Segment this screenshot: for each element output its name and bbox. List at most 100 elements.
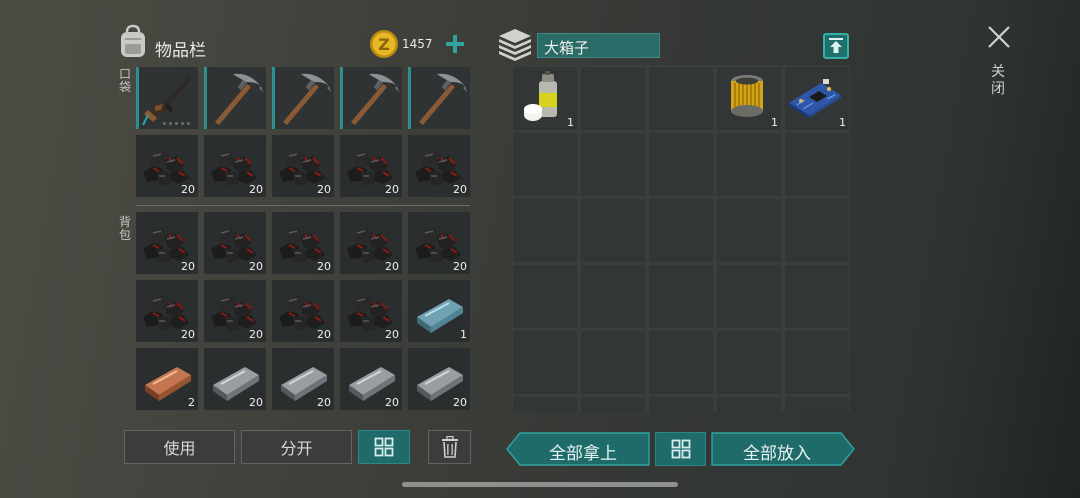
container-slot[interactable]: 1 (513, 67, 577, 130)
item-count: 20 (317, 396, 331, 409)
pocket-slot[interactable] (340, 67, 402, 129)
container-slot[interactable] (581, 397, 645, 412)
item-count: 20 (181, 260, 195, 273)
backpack-slot[interactable]: 20 (204, 280, 266, 342)
backpack-slot[interactable]: 20 (408, 348, 470, 410)
pocket-slot[interactable] (136, 67, 198, 129)
container-slot[interactable] (513, 133, 577, 196)
plus-icon (446, 35, 464, 53)
put-all-button[interactable]: 全部放入 (711, 432, 855, 466)
container-slot[interactable] (785, 265, 849, 328)
copper-bar-icon (145, 367, 191, 401)
home-indicator (402, 482, 678, 487)
pocket-slot[interactable] (272, 67, 334, 129)
item-count: 20 (317, 183, 331, 196)
container-slot[interactable] (581, 199, 645, 262)
container-slot[interactable] (581, 67, 645, 130)
pocket-slot[interactable]: 20 (204, 135, 266, 197)
inventory-title: 物品栏 (155, 41, 206, 61)
container-slot[interactable]: 1 (717, 67, 781, 130)
backpack-slot[interactable]: 20 (272, 280, 334, 342)
container-slot[interactable] (717, 133, 781, 196)
put-all-label: 全部放入 (743, 444, 811, 464)
pickaxe-icon (351, 73, 399, 125)
item-count: 20 (249, 183, 263, 196)
container-slot[interactable] (513, 199, 577, 262)
sort-container-button[interactable] (655, 432, 706, 466)
container-slot[interactable] (785, 397, 849, 412)
container-slot[interactable] (581, 331, 645, 394)
add-currency-button[interactable] (444, 33, 466, 55)
backpack-slot[interactable]: 20 (408, 212, 470, 274)
container-grid[interactable]: 1 1 1 (511, 65, 850, 412)
pocket-slot[interactable] (408, 67, 470, 129)
backpack-slot[interactable]: 20 (340, 212, 402, 274)
container-slot[interactable] (649, 67, 713, 130)
trash-button[interactable] (428, 430, 471, 464)
backpack-slot[interactable]: 20 (340, 280, 402, 342)
container-slot[interactable]: 1 (785, 67, 849, 130)
container-slot[interactable] (717, 397, 781, 412)
item-count: 2 (188, 396, 195, 409)
container-slot[interactable] (785, 133, 849, 196)
close-button[interactable]: 关闭 (984, 24, 1014, 104)
sort-inventory-button[interactable] (358, 430, 410, 464)
close-icon (988, 26, 1010, 48)
use-button[interactable]: 使用 (124, 430, 235, 464)
backpack-slot[interactable]: 20 (340, 348, 402, 410)
svg-text:Z: Z (378, 35, 390, 54)
item-count: 20 (249, 260, 263, 273)
pickaxe-icon (215, 73, 263, 125)
item-count: 1 (839, 116, 846, 129)
crate-icon (496, 27, 534, 61)
take-all-button[interactable]: 全部拿上 (506, 432, 650, 466)
backpack-slot[interactable]: 1 (408, 280, 470, 342)
container-slot[interactable] (513, 265, 577, 328)
container-name: 大箱子 (544, 39, 590, 57)
pickaxe-icon (419, 73, 467, 125)
container-slot[interactable] (649, 265, 713, 328)
container-slot[interactable] (649, 133, 713, 196)
container-slot[interactable] (785, 199, 849, 262)
container-slot[interactable] (581, 265, 645, 328)
container-slot[interactable] (649, 331, 713, 394)
backpack-label: 背包 (119, 215, 132, 242)
backpack-icon (116, 24, 150, 60)
upload-button[interactable] (823, 33, 849, 59)
backpack-slot[interactable]: 20 (204, 348, 266, 410)
container-slot[interactable] (717, 199, 781, 262)
pocket-slot[interactable]: 20 (272, 135, 334, 197)
pocket-slot[interactable]: 20 (136, 135, 198, 197)
item-count: 20 (249, 396, 263, 409)
container-slot[interactable] (717, 265, 781, 328)
backpack-slot[interactable]: 2 (136, 348, 198, 410)
item-count: 20 (453, 183, 467, 196)
pocket-slot[interactable]: 20 (408, 135, 470, 197)
backpack-slot[interactable]: 20 (136, 212, 198, 274)
backpack-slot[interactable]: 20 (272, 212, 334, 274)
container-slot[interactable] (581, 133, 645, 196)
container-slot[interactable] (717, 331, 781, 394)
split-button[interactable]: 分开 (241, 430, 352, 464)
item-count: 20 (249, 328, 263, 341)
container-slot[interactable] (513, 397, 577, 412)
backpack-slot[interactable]: 20 (272, 348, 334, 410)
item-count: 20 (385, 260, 399, 273)
backpack-slot[interactable]: 20 (136, 280, 198, 342)
close-label: 关闭 (991, 64, 1005, 97)
item-count: 20 (453, 260, 467, 273)
pocket-slot[interactable] (204, 67, 266, 129)
container-slot[interactable] (785, 331, 849, 394)
section-divider (136, 205, 470, 206)
container-slot[interactable] (513, 331, 577, 394)
pocket-slot[interactable]: 20 (340, 135, 402, 197)
upload-icon (823, 33, 849, 59)
container-slot[interactable] (649, 397, 713, 412)
container-slot[interactable] (649, 199, 713, 262)
pocket-label: 口袋 (119, 67, 132, 94)
backpack-slot[interactable]: 20 (204, 212, 266, 274)
grid-icon (374, 437, 394, 457)
durability-dots (163, 122, 195, 126)
item-count: 20 (317, 328, 331, 341)
container-name-field[interactable]: 大箱子 (537, 33, 660, 58)
